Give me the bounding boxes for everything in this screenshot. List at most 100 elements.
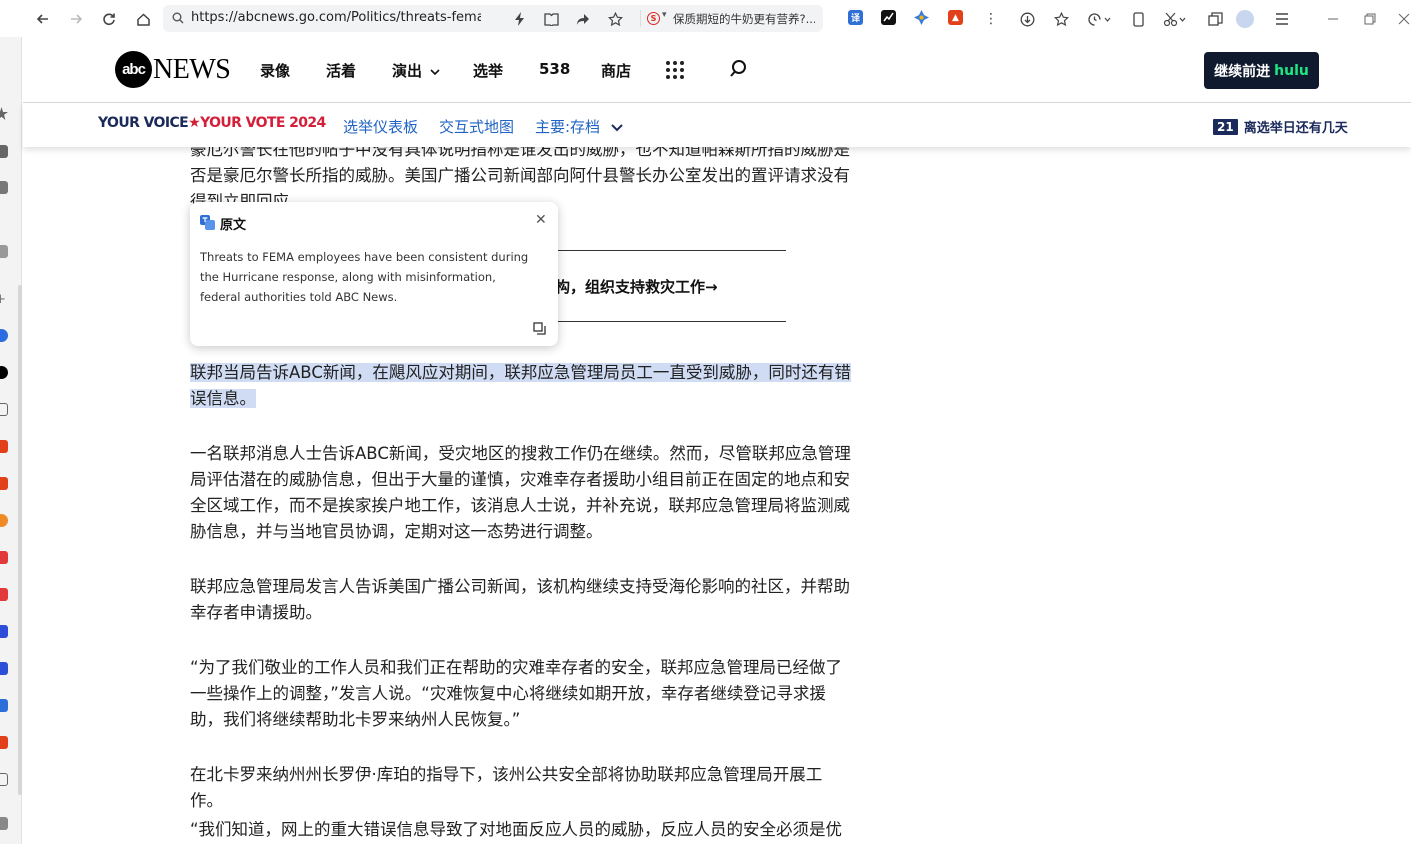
reload-icon[interactable] [98,8,120,30]
sidebar-scrollbar[interactable] [18,285,22,795]
close-icon[interactable]: ✕ [535,212,547,228]
sidebar-toggle-icon[interactable]: ▌ [0,48,8,62]
search-icon[interactable] [729,58,751,80]
sidebar-apps-icon[interactable] [0,181,8,194]
reader-icon[interactable] [540,8,562,30]
sidebar-add-icon[interactable]: + [0,292,8,307]
restore-icon[interactable] [1359,8,1381,30]
sidebar-pdf-icon-2[interactable] [0,477,8,490]
translation-popup: 原文 ✕ Threats to FEMA employees have been… [190,202,558,346]
article-paragraph-top: 豪厄尔警长在他的帖子中没有具体说明指称是谁发出的威胁，也不知道帕森斯所指的威胁是… [190,140,850,207]
translate-extension-icon[interactable]: 译 [848,10,863,25]
article-paragraph-2: 一名联邦消息人士告诉ABC新闻，受灾地区的搜救工作仍在继续。然而，尽管联邦应急管… [190,444,851,541]
hulu-logo: hulu [1274,62,1309,79]
logo-mark: abc [115,51,152,88]
search-icon [172,12,184,24]
sidebar-pdf-icon-3[interactable] [0,736,8,749]
related-top-rule [551,250,786,251]
search-suggestion[interactable]: 保质期短的牛奶更有营养?... [673,11,815,27]
article-paragraph-highlighted: 联邦当局告诉ABC新闻，在飓风应对期间，联邦应急管理局员工一直受到威胁，同时还有… [190,360,852,412]
sidebar-box-icon[interactable] [0,403,8,416]
translate-icon [200,215,215,230]
nav-item-elections[interactable]: 选举 [473,60,503,81]
sidebar-extensions-icon[interactable] [0,245,8,258]
countdown-number: 21 [1213,118,1238,135]
apps-grid-icon[interactable] [666,61,684,79]
sidebar-weibo-icon[interactable] [0,551,8,564]
popup-title: 原文 [220,218,247,233]
scissors-icon[interactable] [1160,8,1190,30]
menu-icon[interactable] [1271,8,1293,30]
sidebar-abc-icon[interactable] [0,366,8,379]
address-bar[interactable]: https://abcnews.go.com/Politics/threats-… [163,5,823,32]
subnav-link-primaries-label: 主要:存档 [535,118,601,136]
download-icon[interactable] [1016,8,1038,30]
mobile-icon[interactable] [1127,8,1149,30]
more-vertical-icon[interactable]: ⋮ [980,8,1002,30]
nav-item-video[interactable]: 录像 [260,60,290,81]
article-paragraph-4: “为了我们敬业的工作人员和我们正在帮助的灾难幸存者的安全，联邦应急管理局已经做了… [190,658,843,729]
chevron-down-icon [430,69,440,76]
hulu-button[interactable]: 继续前进 hulu [1204,52,1319,89]
sidebar-settings-icon[interactable] [0,817,8,830]
election-countdown[interactable]: 21 离选举日还有几天 [1213,117,1348,136]
brand-part-2: YOUR VOTE 2024 [200,115,326,131]
sidebar-favorites-icon[interactable] [0,107,8,120]
sidebar-sogou-icon[interactable] [0,514,8,527]
browser-sidebar: ▌ + [0,37,22,844]
sidebar-search-app-icon[interactable] [0,329,8,342]
elections-subnav: YOUR VOICE★YOUR VOTE 2024 选举仪表板 交互式地图 主要… [23,103,1411,147]
subnav-link-map[interactable]: 交互式地图 [439,116,514,137]
abc-news-logo[interactable]: abc NEWS [115,51,231,88]
bookmark-star-icon[interactable] [604,8,626,30]
related-article-link[interactable]: 构，组织支持救灾工作→ [555,276,718,297]
pdf-extension-icon[interactable]: ▲ [948,10,963,25]
history-icon[interactable] [1085,8,1115,30]
article-paragraph-6: “我们知道，网上的重大错误信息导致了对地面反应人员的威胁，反应人员的安全必须是优 [190,820,843,839]
article-paragraph-3: 联邦应急管理局发言人告诉美国广播公司新闻，该机构继续支持受海伦影响的社区，并帮助… [190,577,850,622]
logo-text: NEWS [153,53,231,85]
back-icon[interactable] [32,8,54,30]
lightning-icon[interactable] [509,8,531,30]
chevron-down-icon [611,124,623,132]
dropdown-icon[interactable]: ▾ [662,10,667,20]
selected-text[interactable]: 联邦当局告诉ABC新闻，在飓风应对期间，联邦应急管理局员工一直受到威胁，同时还有… [190,363,851,408]
gem-extension-icon[interactable] [914,10,929,25]
sidebar-folder-icon[interactable] [0,145,8,158]
sidebar-baidu-icon-2[interactable] [0,662,8,675]
sidebar-pdf-icon[interactable] [0,440,8,453]
nav-item-shows-label: 演出 [392,62,423,80]
chart-extension-icon[interactable] [881,10,896,25]
copy-icon[interactable] [533,322,546,335]
share-icon[interactable] [572,8,594,30]
forward-icon[interactable] [65,8,87,30]
related-bottom-rule [551,321,786,322]
sidebar-weibo-icon-2[interactable] [0,588,8,601]
separator [640,10,641,27]
original-text: Threats to FEMA employees have been cons… [200,250,529,304]
countdown-label: 离选举日还有几天 [1243,121,1348,136]
sogou-icon[interactable]: S [647,12,660,25]
hulu-button-label: 继续前进 [1214,63,1271,80]
avatar[interactable] [1236,10,1254,28]
sidebar-image-icon[interactable] [0,699,8,712]
subnav-link-primaries[interactable]: 主要:存档 [535,116,623,137]
nav-item-shows[interactable]: 演出 [392,60,440,81]
sidebar-box-icon-2[interactable] [0,773,8,786]
close-window-icon[interactable] [1396,8,1411,30]
favorites-icon[interactable] [1050,8,1072,30]
tabs-icon[interactable] [1204,8,1226,30]
minimize-icon[interactable] [1322,8,1344,30]
brand-part-1: YOUR VOICE [98,115,189,131]
home-icon[interactable] [132,8,154,30]
nav-item-shop[interactable]: 商店 [601,60,631,81]
subnav-link-dashboard[interactable]: 选举仪表板 [343,116,418,137]
browser-toolbar: https://abcnews.go.com/Politics/threats-… [0,0,1411,37]
your-voice-your-vote-logo[interactable]: YOUR VOICE★YOUR VOTE 2024 [98,115,326,131]
sidebar-baidu-icon[interactable] [0,625,8,638]
url-text[interactable]: https://abcnews.go.com/Politics/threats-… [191,10,481,25]
site-header: abc NEWS 录像 活着 演出 选举 538 商店 继续前进 hulu [23,37,1411,103]
nav-item-538[interactable]: 538 [539,60,570,78]
nav-item-live[interactable]: 活着 [326,60,356,81]
star-icon: ★ [188,115,201,131]
